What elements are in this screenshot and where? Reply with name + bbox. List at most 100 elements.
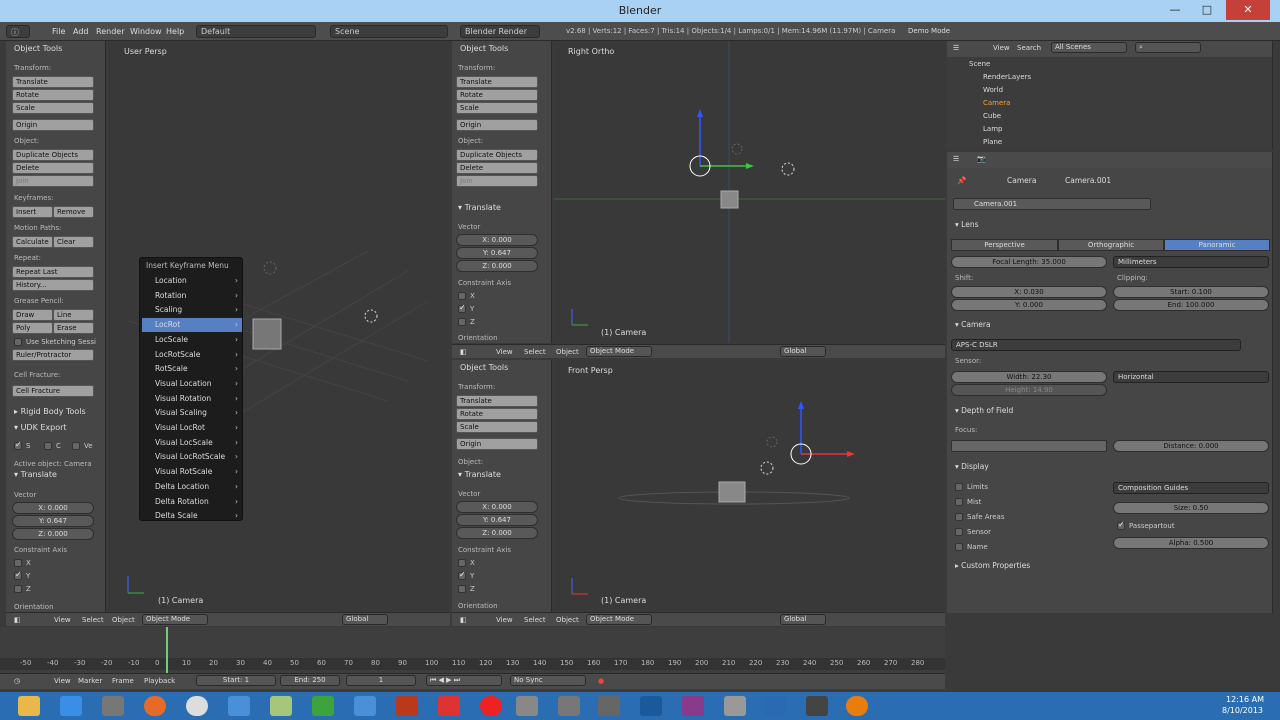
passepartout-alpha-field[interactable]: Alpha: 0.500 bbox=[1113, 537, 1269, 549]
display-size-field[interactable]: Size: 0.50 bbox=[1113, 502, 1269, 514]
sensor-height-field[interactable]: Height: 14.90 bbox=[951, 384, 1107, 396]
app-icon[interactable] bbox=[102, 696, 124, 716]
keyframe-menu-item[interactable]: LocRotScale › bbox=[142, 348, 242, 362]
scale-button[interactable]: Scale bbox=[12, 102, 94, 114]
vector-y-field[interactable]: Y: 0.647 bbox=[456, 514, 538, 526]
sync-dropdown[interactable]: No Sync bbox=[510, 675, 586, 686]
rotate-button[interactable]: Rotate bbox=[12, 89, 94, 101]
clock-date[interactable]: 8/10/2013 bbox=[1222, 706, 1263, 715]
internet-explorer-icon[interactable] bbox=[60, 696, 82, 716]
app-icon-6[interactable] bbox=[724, 696, 746, 716]
viewport-front-persp[interactable]: Front Persp (1) Camera bbox=[554, 360, 945, 612]
keyframe-menu-item[interactable]: Visual Location › bbox=[142, 377, 242, 391]
passepartout-checkbox[interactable] bbox=[1117, 520, 1125, 530]
limits-checkbox[interactable] bbox=[955, 483, 963, 491]
origin-button[interactable]: Origin bbox=[12, 119, 94, 131]
lens-panel[interactable]: ▾ Lens bbox=[955, 220, 978, 229]
editor-type-icon[interactable]: ⓘ bbox=[6, 25, 30, 38]
name-checkbox[interactable] bbox=[955, 543, 963, 551]
draw-button[interactable]: Draw bbox=[12, 309, 53, 321]
join-button[interactable]: Join bbox=[12, 175, 94, 187]
vector-z-field[interactable]: Z: 0.000 bbox=[456, 260, 538, 272]
app-icon-3[interactable] bbox=[354, 696, 376, 716]
safe-areas-checkbox[interactable] bbox=[955, 513, 963, 521]
poly-button[interactable]: Poly bbox=[12, 322, 53, 334]
rotate-button[interactable]: Rotate bbox=[456, 89, 538, 101]
orientation-dropdown[interactable]: Global bbox=[780, 614, 826, 625]
view-menu[interactable]: View bbox=[496, 616, 513, 624]
notepad-icon[interactable] bbox=[270, 696, 292, 716]
camera-panel[interactable]: ▾ Camera bbox=[955, 320, 991, 329]
udk-panel[interactable]: ▾ UDK Export bbox=[14, 423, 67, 432]
constraint-y-checkbox[interactable] bbox=[458, 570, 466, 580]
custom-properties-panel[interactable]: ▸ Custom Properties bbox=[955, 561, 1030, 570]
minimize-button[interactable]: — bbox=[1160, 0, 1190, 20]
translate-button[interactable]: Translate bbox=[12, 76, 94, 88]
focus-object-field[interactable] bbox=[951, 440, 1107, 452]
calculate-button[interactable]: Calculate bbox=[12, 236, 53, 248]
ruler-button[interactable]: Ruler/Protractor bbox=[12, 349, 94, 361]
clip-start-field[interactable]: Start: 0.100 bbox=[1113, 286, 1269, 298]
delete-button[interactable]: Delete bbox=[12, 162, 94, 174]
close-button[interactable]: ✕ bbox=[1226, 0, 1270, 20]
timeline-playback-menu[interactable]: Playback bbox=[144, 677, 175, 685]
delete-button[interactable]: Delete bbox=[456, 162, 538, 174]
orientation-dropdown[interactable]: Global bbox=[342, 614, 388, 625]
start-frame-field[interactable]: Start: 1 bbox=[196, 675, 276, 686]
outliner-item-renderlayers[interactable]: RenderLayers bbox=[983, 73, 1031, 81]
vector-z-field[interactable]: Z: 0.000 bbox=[456, 527, 538, 539]
tools-icon[interactable] bbox=[598, 696, 620, 716]
clock-time[interactable]: 12:16 AM bbox=[1226, 695, 1264, 704]
vector-x-field[interactable]: X: 0.000 bbox=[456, 234, 538, 246]
autodesk-icon[interactable] bbox=[764, 696, 786, 716]
vector-y-field[interactable]: Y: 0.647 bbox=[12, 515, 94, 527]
vector-z-field[interactable]: Z: 0.000 bbox=[12, 528, 94, 540]
keyframe-menu-item[interactable]: RotScale › bbox=[142, 362, 242, 376]
constraint-z-checkbox[interactable] bbox=[458, 585, 466, 593]
insert-keyframe-button[interactable]: Insert bbox=[12, 206, 53, 218]
shift-y-field[interactable]: Y: 0.000 bbox=[951, 299, 1107, 311]
blender-icon[interactable] bbox=[846, 696, 868, 716]
perspective-tab[interactable]: Perspective bbox=[951, 239, 1058, 251]
mode-dropdown[interactable]: Object Mode bbox=[586, 346, 652, 357]
outliner-editor-icon[interactable]: ☰ bbox=[953, 44, 959, 52]
outliner-search-input[interactable]: ⌕ bbox=[1135, 42, 1201, 53]
keyframe-menu-item[interactable]: Delta Location › bbox=[142, 480, 242, 494]
orthographic-tab[interactable]: Orthographic bbox=[1058, 239, 1164, 251]
keyframe-menu-item[interactable]: Visual LocRot › bbox=[142, 421, 242, 435]
select-menu[interactable]: Select bbox=[524, 616, 546, 624]
select-menu[interactable]: Select bbox=[82, 616, 104, 624]
pin-icon[interactable]: 📌 bbox=[957, 176, 966, 185]
vector-x-field[interactable]: X: 0.000 bbox=[12, 502, 94, 514]
keyframe-menu-item[interactable]: Delta Rotation › bbox=[142, 495, 242, 509]
origin-button[interactable]: Origin bbox=[456, 119, 538, 131]
udk-ve-checkbox[interactable] bbox=[72, 442, 80, 450]
composition-guides-dropdown[interactable]: Composition Guides bbox=[1113, 482, 1269, 494]
view-menu[interactable]: View bbox=[54, 616, 71, 624]
shift-x-field[interactable]: X: 0.030 bbox=[951, 286, 1107, 298]
current-frame-field[interactable]: 1 bbox=[346, 675, 416, 686]
view-menu[interactable]: View bbox=[496, 348, 513, 356]
keyframe-menu-item[interactable]: Visual RotScale › bbox=[142, 465, 242, 479]
camera-datablock-name[interactable]: Camera.001 bbox=[953, 198, 1151, 210]
translate-operator-panel[interactable]: ▾ Translate bbox=[458, 203, 501, 212]
translate-button[interactable]: Translate bbox=[456, 395, 538, 407]
app-icon-4[interactable] bbox=[558, 696, 580, 716]
orientation-dropdown[interactable]: Global bbox=[780, 346, 826, 357]
timeline-marker-menu[interactable]: Marker bbox=[78, 677, 102, 685]
translate-operator-panel[interactable]: ▾ Translate bbox=[458, 470, 501, 479]
keyframe-menu-item[interactable]: Visual LocScale › bbox=[142, 436, 242, 450]
panoramic-tab[interactable]: Panoramic bbox=[1164, 239, 1270, 251]
lens-unit-dropdown[interactable]: Millimeters bbox=[1113, 256, 1269, 268]
line-button[interactable]: Line bbox=[53, 309, 94, 321]
demo-mode-label[interactable]: Demo Mode bbox=[908, 27, 950, 35]
mode-dropdown[interactable]: Object Mode bbox=[142, 614, 208, 625]
maximize-button[interactable]: □ bbox=[1192, 0, 1222, 20]
app-icon-2[interactable] bbox=[228, 696, 250, 716]
udk-s-checkbox[interactable] bbox=[14, 440, 22, 450]
rotate-button[interactable]: Rotate bbox=[456, 408, 538, 420]
vector-x-field[interactable]: X: 0.000 bbox=[456, 501, 538, 513]
constraint-x-checkbox[interactable] bbox=[458, 292, 466, 300]
select-menu[interactable]: Select bbox=[524, 348, 546, 356]
utorrent-icon[interactable] bbox=[312, 696, 334, 716]
